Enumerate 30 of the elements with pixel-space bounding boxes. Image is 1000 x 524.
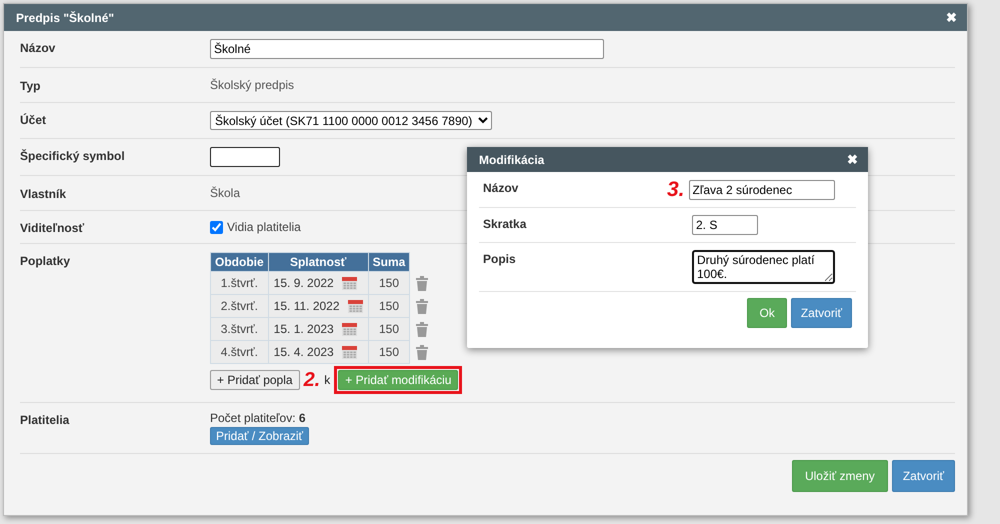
column-header: Obdobie <box>210 252 268 272</box>
table-cell: 2.štvrť. <box>210 294 268 318</box>
button-text-fragment: k <box>324 373 330 387</box>
field-label: Poplatky <box>20 253 72 270</box>
column-header: Suma <box>368 252 410 272</box>
table-cell: 1.štvrť. <box>210 272 268 294</box>
column-header: Splatnosť <box>268 252 368 272</box>
table-cell: 150 <box>368 272 410 294</box>
field-value: Školský predpis <box>210 78 294 92</box>
field-label: Popis <box>483 251 517 266</box>
table-cell: 150 <box>368 318 410 340</box>
table-cell: 4.štvrť. <box>210 340 268 364</box>
table-cell: 150 <box>368 294 410 318</box>
field-label: Viditeľnosť <box>20 220 86 235</box>
field-label: Platitelia <box>20 412 70 429</box>
field-label: Názov <box>483 180 520 195</box>
field-label: Názov <box>20 40 56 57</box>
field-label: Skratka <box>483 216 528 231</box>
field-label: Špecifický symbol <box>20 148 126 165</box>
table-cell: 3.štvrť. <box>210 318 268 340</box>
dialog-title: Predpis "Školné" <box>16 10 114 24</box>
field-label: Účet <box>20 112 48 129</box>
modal-title: Modifikácia <box>479 152 544 166</box>
field-label: Typ <box>20 78 42 93</box>
step-marker: 3. <box>667 179 685 200</box>
field-label: Vlastník <box>20 186 68 201</box>
payer-count: Počet platiteľov: 6 <box>210 411 306 425</box>
step-marker: 2. <box>304 370 320 390</box>
table-cell: 150 <box>368 340 410 364</box>
field-value: Škola <box>210 186 240 200</box>
